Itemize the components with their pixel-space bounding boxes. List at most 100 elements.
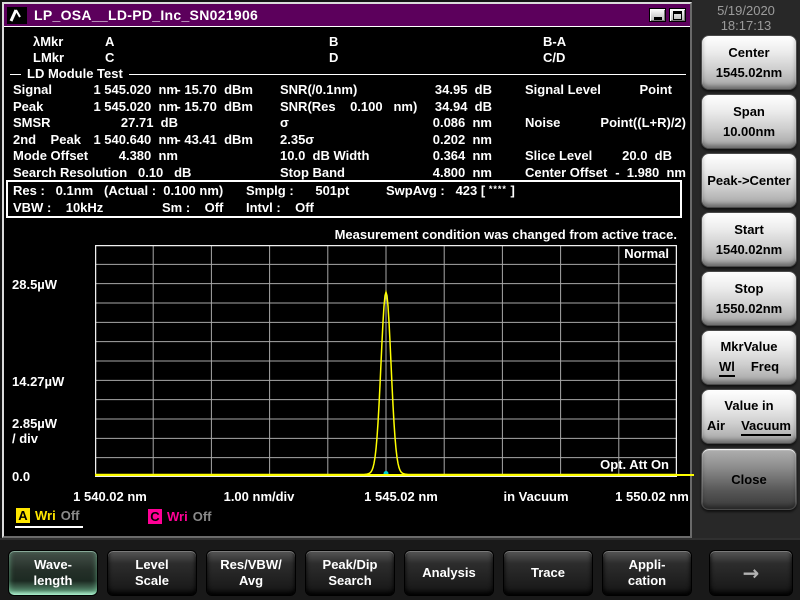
sweep-average-setting: SwpAvg : 423 [ **** ] — [386, 183, 515, 198]
close-button[interactable]: Close — [701, 448, 797, 510]
y-axis-min-label: 0.0 — [12, 469, 31, 484]
level-marker-row: LMkr C D C/D — [4, 50, 690, 66]
meas-row-signal-level: Signal Level Point — [525, 82, 672, 97]
function-key-bar: Wave- length Level Scale Res/VBW/ Avg Pe… — [0, 538, 800, 600]
level-marker-label: LMkr — [33, 50, 65, 65]
analysis-key[interactable]: Analysis — [404, 550, 494, 596]
start-button[interactable]: Start 1540.02nm — [701, 212, 797, 267]
lambda-marker-label: λMkr — [33, 34, 64, 49]
window-controls — [649, 8, 686, 22]
trace-c-badge: C — [148, 509, 162, 524]
marker-d-label: D — [329, 50, 339, 65]
title-bar[interactable]: LP_OSA__LD-PD_Inc_SN021906 — [4, 4, 690, 27]
meas-row-slice-level: Slice Level 20.0 dB — [525, 148, 672, 163]
meas-row-center-offset: Center Offset - 1.980 nm — [525, 165, 686, 180]
peak-to-center-button[interactable]: Peak->Center — [701, 153, 797, 208]
application-key[interactable]: Appli- cation — [602, 550, 692, 596]
time-label: 18:17:13 — [720, 18, 772, 33]
marker-a-label: A — [105, 34, 115, 49]
interval-setting: Intvl : Off — [246, 200, 314, 215]
wavelength-key[interactable]: Wave- length — [8, 550, 98, 596]
marker-b-a-label: B-A — [543, 34, 567, 49]
group-title: LD Module Test — [21, 66, 129, 81]
y-axis-mid-label: 14.27µW — [12, 374, 65, 389]
date-label: 5/19/2020 — [717, 3, 775, 18]
y-axis-per-div-label: 2.85µW — [12, 416, 58, 431]
window-title: LP_OSA__LD-PD_Inc_SN021906 — [34, 7, 259, 23]
x-axis-medium-label: in Vacuum — [503, 489, 569, 504]
marker-b-label: B — [329, 34, 339, 49]
trace-c-selector[interactable]: C Wri Off — [147, 507, 215, 528]
minimize-button[interactable] — [649, 8, 666, 22]
optical-attenuator-label: Opt. Att On — [600, 457, 669, 472]
measurements-right-column: Signal Level Point Noise Point((L+R)/2) … — [525, 82, 688, 182]
sampling-setting: Smplg : 501pt — [246, 183, 350, 198]
y-axis-per-div-unit: / div — [12, 431, 39, 446]
spectrum-trace-svg — [95, 245, 677, 477]
meas-row-snr: SNR(/0.1nm) 34.95 dB — [280, 82, 492, 97]
trace-c-write-label: Wri — [167, 509, 188, 524]
anritsu-logo-icon — [7, 6, 27, 24]
osa-screen: LP_OSA__LD-PD_Inc_SN021906 λMkr A B B-A … — [0, 0, 800, 600]
x-axis-per-div-label: 1.00 nm/div — [223, 489, 295, 504]
sweep-progress-stars: **** — [488, 184, 507, 194]
x-axis-baseline — [95, 474, 694, 476]
meas-row-2nd-peak: 2nd Peak 1 540.640 nm - 43.41 dBm — [13, 131, 253, 147]
meas-row-2-35-sigma: 2.35σ 0.202 nm — [280, 131, 492, 147]
stop-button[interactable]: Stop 1550.02nm — [701, 271, 797, 326]
trace-a-off-label: Off — [60, 508, 80, 523]
marker-c-label: C — [105, 50, 115, 65]
softkey-buttons: Center 1545.02nm Span 10.00nm Peak->Cent… — [701, 35, 797, 510]
marker-value-toggle-button[interactable]: MkrValue Wl Freq — [701, 330, 797, 385]
peak-dip-search-key[interactable]: Peak/Dip Search — [305, 550, 395, 596]
meas-row-mode-offset: Mode Offset 4.380 nm — [13, 148, 178, 164]
trace-a-badge: A — [16, 508, 30, 523]
maximize-icon — [673, 10, 682, 20]
value-in-air-option[interactable]: Air — [707, 418, 725, 436]
vbw-setting: VBW : 10kHz — [13, 200, 104, 215]
softkey-panel: 5/19/2020 18:17:13 Center 1545.02nm Span… — [692, 0, 800, 538]
smoothing-setting: Sm : Off — [162, 200, 224, 215]
meas-row-signal: Signal 1 545.020 nm - 15.70 dBm — [13, 82, 253, 97]
res-vbw-avg-key[interactable]: Res/VBW/ Avg — [206, 550, 296, 596]
trace-a-write-label: Wri — [35, 508, 56, 523]
span-button[interactable]: Span 10.00nm — [701, 94, 797, 149]
wavelength-marker-row: λMkr A B B-A — [4, 34, 690, 50]
trace-a-selector[interactable]: A Wri Off — [15, 507, 83, 528]
x-axis-center-label: 1 545.02 nm — [364, 489, 438, 504]
marker-c-d-label: C/D — [543, 50, 566, 65]
resolution-setting: Res : 0.1nm (Actual : 0.100 nm) — [13, 183, 224, 198]
minimize-icon — [653, 17, 662, 20]
more-keys-arrow-key[interactable]: → — [709, 550, 793, 596]
main-window: LP_OSA__LD-PD_Inc_SN021906 λMkr A B B-A … — [2, 2, 694, 538]
y-axis-max-label: 28.5µW — [12, 277, 58, 292]
sweep-settings-box: Res : 0.1nm (Actual : 0.100 nm) Smplg : … — [6, 180, 682, 218]
meas-row-10db-width: 10.0 dB Width 0.364 nm — [280, 148, 492, 164]
meas-row-smsr: SMSR 27.71 dB — [13, 115, 178, 131]
trace-mode-label: Normal — [624, 246, 669, 261]
x-axis-start-label: 1 540.02 nm — [73, 489, 147, 504]
meas-row-noise: Noise Point((L+R)/2) — [525, 115, 686, 130]
mkrvalue-freq-option[interactable]: Freq — [751, 359, 779, 377]
mkrvalue-wl-option[interactable]: Wl — [718, 359, 735, 377]
measurement-warning-message: Measurement condition was changed from a… — [334, 227, 677, 242]
measurements-middle-column: SNR(/0.1nm) 34.95 dB SNR(Res 0.100 nm) 3… — [280, 82, 496, 182]
level-scale-key[interactable]: Level Scale — [107, 550, 197, 596]
meas-row-sigma: σ 0.086 nm — [280, 115, 492, 131]
trace-key[interactable]: Trace — [503, 550, 593, 596]
meas-row-peak: Peak 1 545.020 nm - 15.70 dBm — [13, 98, 253, 114]
spectrum-plot: Normal Opt. Att On — [95, 245, 677, 477]
measurements-left-column: Signal 1 545.020 nm - 15.70 dBm Peak 1 5… — [4, 82, 266, 182]
value-in-toggle-button[interactable]: Value in Air Vacuum — [701, 389, 797, 444]
x-axis-stop-label: 1 550.02 nm — [615, 489, 689, 504]
sweep-settings-row-2: VBW : 10kHz Sm : Off Intvl : Off — [8, 200, 680, 216]
ld-module-test-group: LD Module Test — [10, 66, 686, 82]
value-in-vacuum-option[interactable]: Vacuum — [741, 418, 791, 436]
right-arrow-icon: → — [742, 561, 760, 585]
trace-c-off-label: Off — [192, 509, 212, 524]
center-button[interactable]: Center 1545.02nm — [701, 35, 797, 90]
sweep-settings-row-1: Res : 0.1nm (Actual : 0.100 nm) Smplg : … — [8, 183, 680, 199]
meas-row-snr-res: SNR(Res 0.100 nm) 34.94 dB — [280, 98, 492, 114]
clock: 5/19/2020 18:17:13 — [692, 3, 800, 33]
maximize-button[interactable] — [669, 8, 686, 22]
